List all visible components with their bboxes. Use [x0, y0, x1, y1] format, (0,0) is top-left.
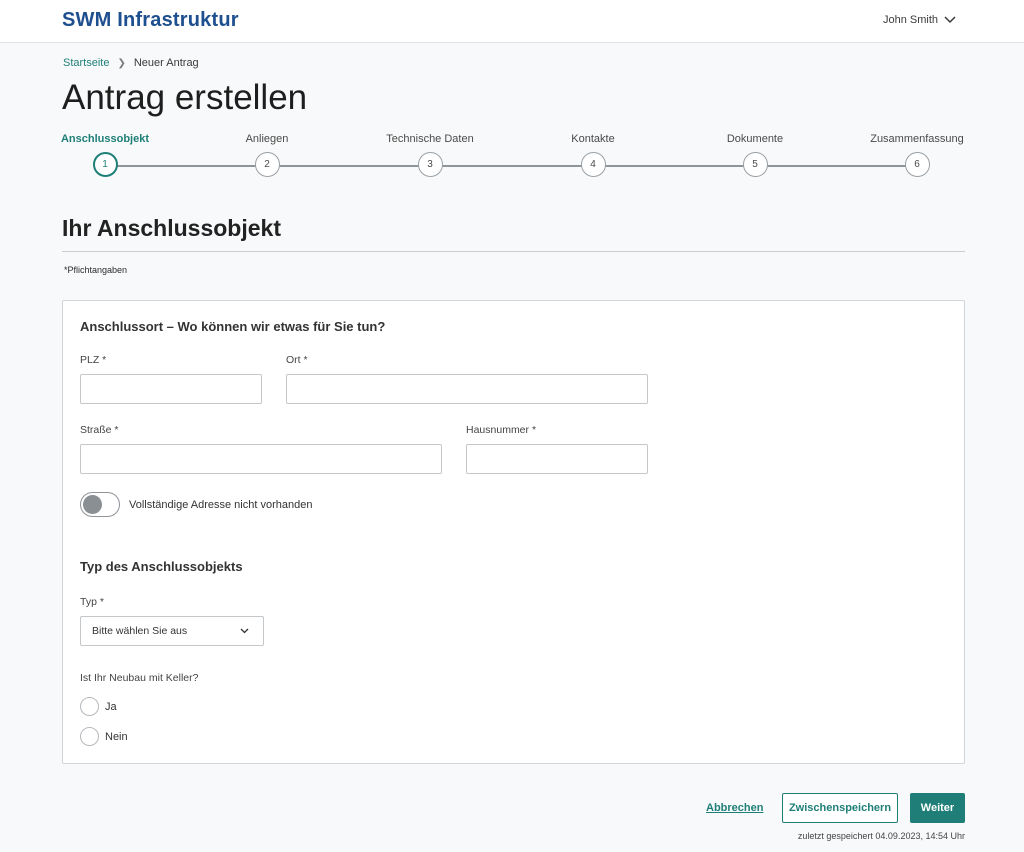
- typ-select-value: Bitte wählen Sie aus: [92, 625, 188, 637]
- progress-stepper: Anschlussobjekt 1 Anliegen 2 Technische …: [0, 130, 1024, 190]
- strasse-input[interactable]: [80, 444, 442, 474]
- step-kontakte[interactable]: Kontakte 4: [523, 130, 663, 177]
- step-number: 2: [254, 152, 280, 177]
- object-type-heading: Typ des Anschlussobjekts: [80, 559, 243, 574]
- chevron-down-icon: [240, 628, 249, 634]
- step-label: Kontakte: [571, 133, 615, 145]
- toggle-label: Vollständige Adresse nicht vorhanden: [129, 499, 313, 511]
- radio-label: Ja: [105, 700, 117, 713]
- step-label: Technische Daten: [386, 133, 474, 145]
- ort-input[interactable]: [286, 374, 648, 404]
- step-label: Anschlussobjekt: [60, 133, 150, 145]
- radio-button[interactable]: [80, 697, 99, 716]
- address-form-card: Anschlussort – Wo können wir etwas für S…: [62, 300, 965, 764]
- step-anliegen[interactable]: Anliegen 2: [197, 130, 337, 177]
- typ-select[interactable]: Bitte wählen Sie aus: [80, 616, 264, 646]
- save-draft-button[interactable]: Zwischenspeichern: [782, 793, 898, 823]
- hausnummer-input[interactable]: [466, 444, 648, 474]
- step-technische-daten[interactable]: Technische Daten 3: [360, 130, 500, 177]
- step-label: Zusammenfassung: [870, 133, 964, 145]
- plz-label: PLZ *: [80, 354, 107, 366]
- logo[interactable]: SWM Infrastruktur: [62, 9, 239, 32]
- step-anschlussobjekt[interactable]: Anschlussobjekt 1: [35, 130, 175, 177]
- step-dokumente[interactable]: Dokumente 5: [685, 130, 825, 177]
- card-title: Anschlussort – Wo können wir etwas für S…: [80, 319, 386, 334]
- toggle-knob: [83, 495, 102, 514]
- next-button[interactable]: Weiter: [910, 793, 965, 823]
- chevron-down-icon: [944, 16, 956, 24]
- required-fields-note: *Pflichtangaben: [64, 265, 128, 275]
- typ-label: Typ *: [80, 596, 104, 608]
- address-unavailable-toggle[interactable]: [80, 492, 120, 517]
- step-zusammenfassung[interactable]: Zusammenfassung 6: [847, 130, 987, 177]
- step-number: 6: [904, 152, 930, 177]
- ort-label: Ort *: [286, 354, 308, 366]
- step-number: 4: [580, 152, 606, 177]
- last-saved-timestamp: zuletzt gespeichert 04.09.2023, 14:54 Uh…: [797, 831, 965, 841]
- strasse-label: Straße *: [80, 424, 119, 436]
- breadcrumb: Startseite ❯ Neuer Antrag: [63, 57, 199, 69]
- section-title: Ihr Anschlussobjekt: [62, 215, 281, 241]
- hausnummer-label: Hausnummer *: [466, 424, 537, 436]
- step-number: 5: [742, 152, 768, 177]
- breadcrumb-home-link[interactable]: Startseite: [63, 57, 109, 69]
- radio-button[interactable]: [80, 727, 99, 746]
- step-number: 1: [92, 152, 118, 177]
- plz-input[interactable]: [80, 374, 262, 404]
- step-label: Dokumente: [726, 133, 784, 145]
- top-bar: SWM Infrastruktur John Smith: [0, 0, 1024, 43]
- radio-option-nein[interactable]: Nein: [80, 727, 128, 746]
- page-title: Antrag erstellen: [62, 78, 308, 117]
- user-name: John Smith: [882, 14, 938, 26]
- radio-label: Nein: [105, 730, 128, 743]
- user-menu[interactable]: John Smith: [883, 14, 956, 26]
- cancel-button[interactable]: Abbrechen: [706, 802, 763, 814]
- step-label: Anliegen: [245, 133, 289, 145]
- keller-question: Ist Ihr Neubau mit Keller?: [80, 672, 199, 684]
- step-number: 3: [417, 152, 443, 177]
- radio-option-ja[interactable]: Ja: [80, 697, 117, 716]
- chevron-right-icon: ❯: [117, 57, 126, 69]
- section-divider: [62, 251, 965, 252]
- breadcrumb-current: Neuer Antrag: [133, 57, 199, 69]
